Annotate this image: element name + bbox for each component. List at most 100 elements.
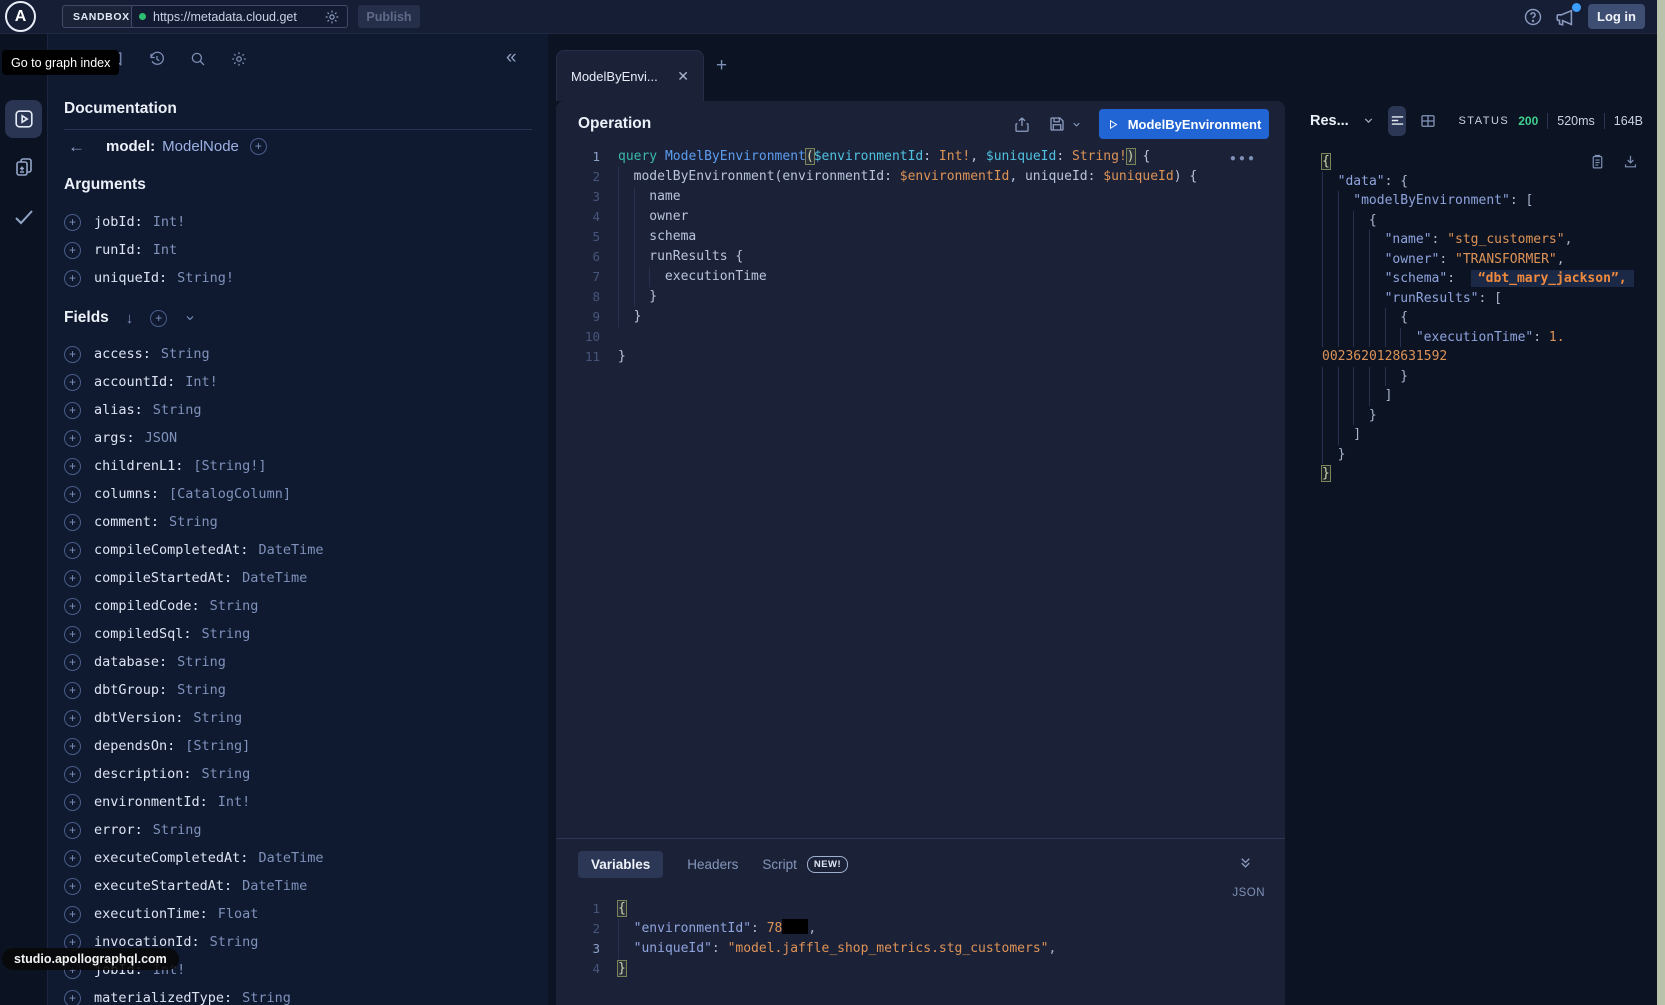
field-row[interactable]: +columns:[CatalogColumn] (64, 480, 534, 508)
tab-variables[interactable]: Variables (578, 851, 663, 878)
field-type[interactable]: DateTime (258, 850, 323, 866)
field-row[interactable]: +accountId:Int! (64, 368, 534, 396)
field-type[interactable]: String (202, 626, 251, 642)
field-row[interactable]: +error:String (64, 816, 534, 844)
tab-script[interactable]: Script (762, 857, 797, 872)
field-row[interactable]: +compileStartedAt:DateTime (64, 564, 534, 592)
field-type[interactable]: JSON (145, 430, 178, 446)
field-type[interactable]: String! (177, 270, 234, 286)
add-field-icon[interactable]: + (64, 458, 81, 475)
table-view-icon[interactable] (1419, 112, 1437, 130)
back-arrow-icon[interactable]: ← (68, 138, 85, 155)
history-icon[interactable] (148, 50, 166, 68)
field-type[interactable]: String (153, 402, 202, 418)
connection-settings-gear-icon[interactable] (324, 9, 340, 25)
add-field-icon[interactable]: + (64, 794, 81, 811)
add-field-icon[interactable]: + (64, 710, 81, 727)
field-row[interactable]: +compiledSql:String (64, 620, 534, 648)
sidebar-item-schema[interactable] (11, 154, 37, 180)
apollo-logo[interactable]: A (5, 1, 36, 32)
sort-down-icon[interactable]: ↓ (126, 310, 134, 327)
add-field-icon[interactable]: + (64, 822, 81, 839)
field-row[interactable]: +args:JSON (64, 424, 534, 452)
add-field-icon[interactable]: + (64, 626, 81, 643)
add-field-icon[interactable]: + (64, 570, 81, 587)
field-type[interactable]: DateTime (258, 542, 323, 558)
field-row[interactable]: +alias:String (64, 396, 534, 424)
new-tab-button[interactable]: + (716, 56, 727, 75)
breadcrumb-type[interactable]: ModelNode (162, 138, 239, 155)
field-type[interactable]: Int (153, 242, 177, 258)
field-row[interactable]: +dbtGroup:String (64, 676, 534, 704)
add-field-icon[interactable]: + (64, 598, 81, 615)
add-field-icon[interactable]: + (64, 402, 81, 419)
field-row[interactable]: +access:String (64, 340, 534, 368)
format-view-toggle[interactable] (1388, 106, 1407, 136)
field-type[interactable]: [String] (185, 738, 250, 754)
variables-editor[interactable]: 1{2"environmentId": 78,3"uniqueId": "mod… (556, 899, 1245, 979)
add-field-icon[interactable]: + (64, 682, 81, 699)
argument-row[interactable]: +uniqueId:String! (64, 264, 524, 292)
add-field-icon[interactable]: + (64, 430, 81, 447)
add-fields-button[interactable]: + (150, 310, 167, 327)
endpoint-url-input[interactable]: https://metadata.cloud.get (131, 5, 348, 28)
add-field-icon[interactable]: + (64, 850, 81, 867)
field-type[interactable]: Int! (218, 794, 251, 810)
share-icon[interactable] (1013, 115, 1031, 134)
argument-row[interactable]: +jobId:Int! (64, 208, 524, 236)
field-type[interactable]: String (177, 682, 226, 698)
field-row[interactable]: +comment:String (64, 508, 534, 536)
field-type[interactable]: Int! (185, 374, 218, 390)
field-row[interactable]: +executeStartedAt:DateTime (64, 872, 534, 900)
argument-row[interactable]: +runId:Int (64, 236, 524, 264)
field-type[interactable]: [CatalogColumn] (169, 486, 291, 502)
field-row[interactable]: +database:String (64, 648, 534, 676)
query-editor[interactable]: 1query ModelByEnvironment($environmentId… (556, 147, 1245, 367)
add-field-icon[interactable]: + (64, 374, 81, 391)
field-type[interactable]: Float (218, 906, 259, 922)
field-type[interactable]: String (169, 514, 218, 530)
add-field-icon[interactable]: + (64, 214, 81, 231)
save-icon[interactable] (1048, 115, 1066, 133)
add-field-icon[interactable]: + (64, 990, 81, 1005)
collapse-panel-icon[interactable] (1238, 855, 1253, 870)
field-type[interactable]: String (153, 822, 202, 838)
field-type[interactable]: String (177, 654, 226, 670)
tab-headers[interactable]: Headers (687, 857, 738, 872)
response-json[interactable]: {"data": {"modelByEnvironment": [{"name"… (1290, 140, 1657, 484)
field-row[interactable]: +childrenL1:[String!] (64, 452, 534, 480)
field-row[interactable]: +compileCompletedAt:DateTime (64, 536, 534, 564)
add-field-icon[interactable]: + (64, 766, 81, 783)
field-row[interactable]: +dbtVersion:String (64, 704, 534, 732)
copy-icon[interactable] (1589, 152, 1606, 171)
field-type[interactable]: String (242, 990, 291, 1005)
add-field-icon[interactable]: + (64, 738, 81, 755)
field-type[interactable]: [String!] (193, 458, 266, 474)
sidebar-item-explorer[interactable] (5, 100, 42, 138)
add-field-icon[interactable]: + (64, 906, 81, 923)
field-type[interactable]: String (161, 346, 210, 362)
response-chevron-icon[interactable] (1362, 114, 1375, 127)
field-type[interactable]: Int! (153, 214, 186, 230)
sidebar-item-checks[interactable] (11, 204, 37, 230)
settings-gear-icon[interactable] (230, 50, 248, 68)
add-field-icon[interactable]: + (64, 514, 81, 531)
field-row[interactable]: +materializedType:String (64, 984, 534, 1005)
field-type[interactable]: String (193, 710, 242, 726)
add-field-icon[interactable]: + (64, 654, 81, 671)
field-type[interactable]: String (202, 766, 251, 782)
save-chevron-icon[interactable] (1071, 119, 1082, 130)
login-button[interactable]: Log in (1588, 4, 1645, 29)
field-row[interactable]: +executionTime:Float (64, 900, 534, 928)
publish-button[interactable]: Publish (358, 5, 420, 28)
field-row[interactable]: +compiledCode:String (64, 592, 534, 620)
tab-modelbyenvironment[interactable]: ModelByEnvi... ✕ (556, 50, 704, 101)
add-field-icon[interactable]: + (64, 486, 81, 503)
chevron-down-icon[interactable] (184, 312, 196, 324)
field-row[interactable]: +description:String (64, 760, 534, 788)
field-type[interactable]: DateTime (242, 878, 307, 894)
add-field-icon[interactable]: + (64, 242, 81, 259)
field-row[interactable]: +dependsOn:[String] (64, 732, 534, 760)
announcements-icon[interactable] (1553, 7, 1579, 29)
add-all-fields-button[interactable]: + (250, 138, 267, 155)
